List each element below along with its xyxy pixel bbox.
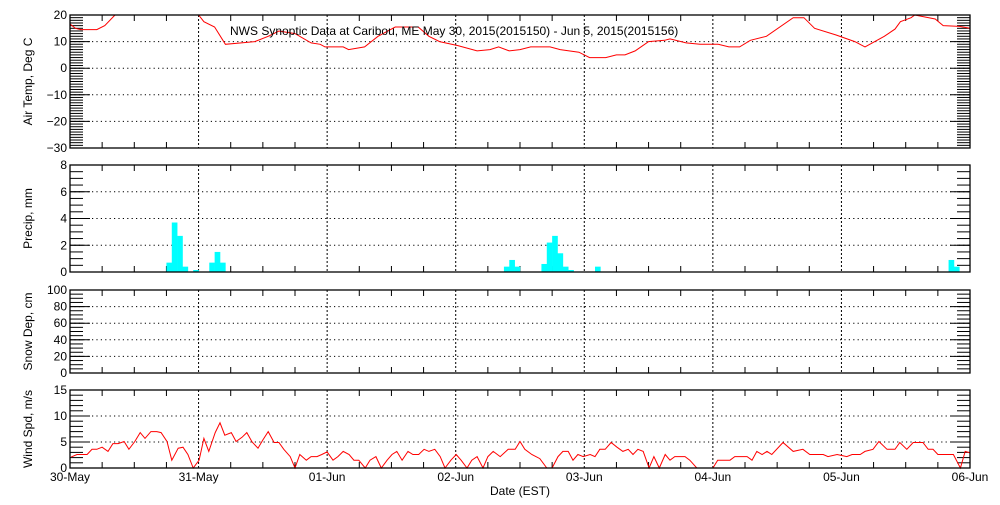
precip-bar bbox=[552, 235, 558, 272]
y-axis-label: Precip, mm bbox=[21, 188, 35, 249]
y-axis-label: Snow Dep, cm bbox=[21, 292, 35, 370]
precip-bar bbox=[557, 253, 564, 272]
x-tick-label: 31-May bbox=[179, 470, 219, 484]
precip-bar bbox=[595, 266, 601, 272]
x-tick-label: 04-Jun bbox=[695, 470, 732, 484]
y-tick-label: 8 bbox=[60, 158, 67, 172]
y-tick-label: 0 bbox=[60, 61, 67, 75]
panel-2: 8 6 4 2 0 Precip, mm bbox=[21, 158, 971, 279]
precip-bar bbox=[171, 222, 178, 272]
x-tick-label: 01-Jun bbox=[309, 470, 346, 484]
x-tick-label: 05-Jun bbox=[823, 470, 860, 484]
y-tick-label: 15 bbox=[54, 383, 68, 397]
y-tick-label: 0 bbox=[60, 265, 67, 279]
y-tick-label: 2 bbox=[60, 238, 67, 252]
precip-bar bbox=[509, 259, 515, 272]
y-tick-label: 10 bbox=[54, 35, 68, 49]
y-tick-label: 6 bbox=[60, 185, 67, 199]
chart-title: NWS Synoptic Data at Caribou, ME May 30,… bbox=[230, 24, 678, 38]
y-tick-label: −30 bbox=[47, 141, 68, 155]
precip-bar bbox=[177, 235, 183, 272]
plot-frame bbox=[69, 289, 971, 374]
y-tick-label: 0 bbox=[60, 366, 67, 380]
y-axis-label: Wind Spd, m/s bbox=[21, 390, 35, 468]
x-tick-label: 02-Jun bbox=[437, 470, 474, 484]
precip-bar bbox=[953, 266, 960, 272]
precip-bar bbox=[541, 263, 548, 272]
y-tick-label: 20 bbox=[54, 8, 68, 22]
x-axis-label: Date (EST) bbox=[490, 484, 550, 498]
y-tick-label: 4 bbox=[60, 212, 67, 226]
y-tick-label: 20 bbox=[54, 349, 68, 363]
y-tick-label: −20 bbox=[47, 114, 68, 128]
panel-4: 151050Wind Spd, m/s bbox=[21, 383, 971, 475]
x-tick-label: 30-May bbox=[50, 470, 90, 484]
precip-bar bbox=[546, 242, 553, 272]
y-tick-label: 80 bbox=[54, 300, 68, 314]
wind-speed-line bbox=[70, 421, 971, 470]
precip-bar bbox=[948, 259, 955, 272]
precip-bar bbox=[562, 266, 569, 272]
y-tick-label: 40 bbox=[54, 333, 68, 347]
y-axis-label: Air Temp, Deg C bbox=[21, 37, 35, 125]
y-tick-label: 100 bbox=[47, 283, 67, 297]
y-tick-label: 10 bbox=[54, 409, 68, 423]
precip-bar bbox=[166, 262, 173, 272]
precip-bar bbox=[182, 266, 189, 272]
plot-frame bbox=[69, 389, 971, 469]
y-tick-label: −10 bbox=[47, 88, 68, 102]
precip-bar bbox=[220, 262, 226, 272]
precip-bar bbox=[214, 251, 221, 272]
precip-bar bbox=[503, 266, 510, 272]
precip-bar bbox=[514, 266, 521, 272]
precip-bar bbox=[209, 262, 215, 272]
y-tick-label: 60 bbox=[54, 316, 68, 330]
y-tick-label: 5 bbox=[60, 435, 67, 449]
x-tick-label: 03-Jun bbox=[566, 470, 603, 484]
weather-chart: Date (EST) 20100−10−20−30Air Temp, Deg C… bbox=[21, 8, 989, 498]
x-tick-label: 06-Jun bbox=[952, 470, 989, 484]
panel-3: 100 80 60 40 20 0 Snow Dep, cm bbox=[21, 283, 971, 380]
